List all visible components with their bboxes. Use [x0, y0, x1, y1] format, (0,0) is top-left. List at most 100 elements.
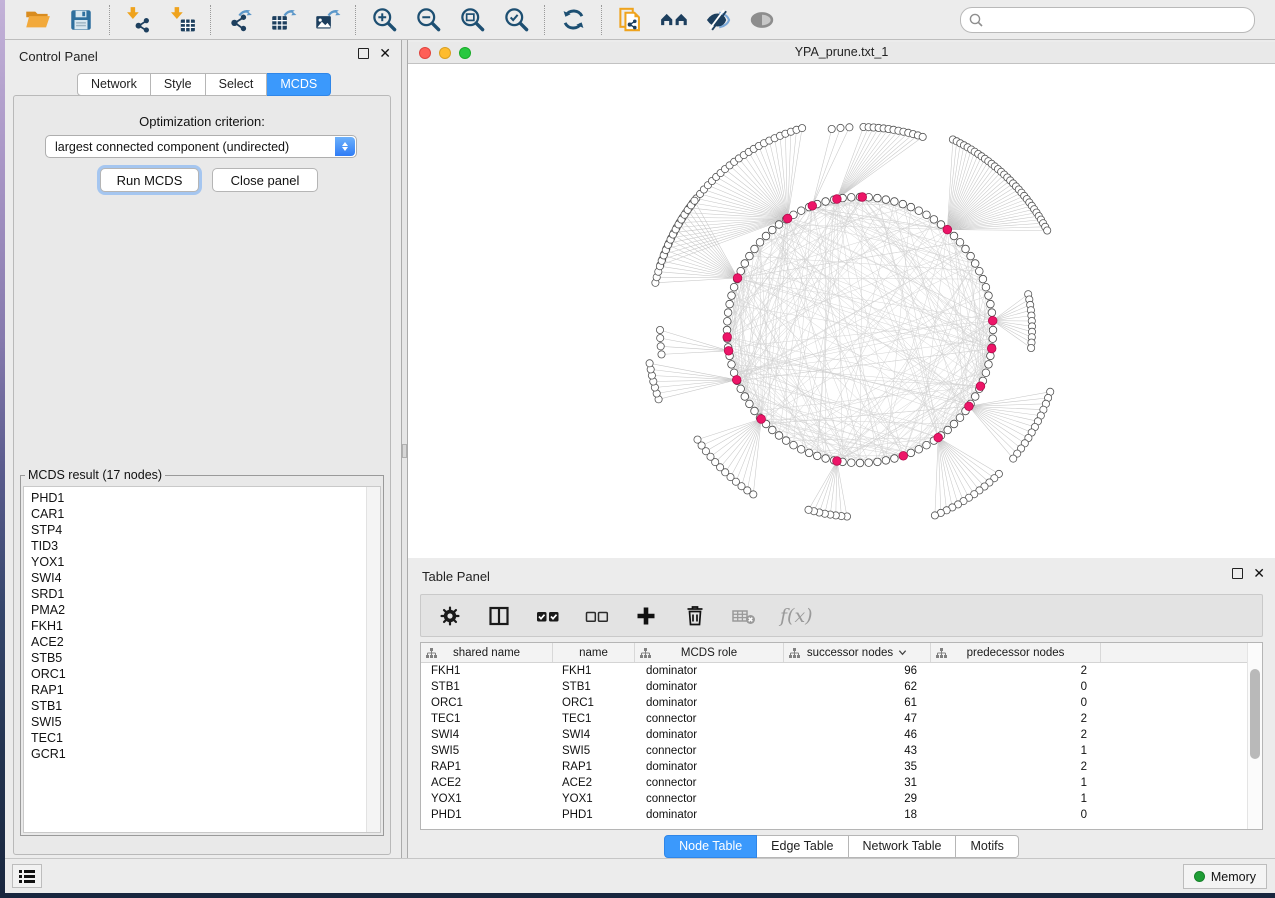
table-settings-icon[interactable]: [435, 601, 465, 631]
close-panel-icon[interactable]: ✕: [379, 48, 391, 59]
delete-column-icon[interactable]: [680, 601, 710, 631]
result-item[interactable]: CAR1: [24, 506, 365, 522]
zoom-selected-icon[interactable]: [501, 5, 531, 35]
result-item[interactable]: ORC1: [24, 666, 365, 682]
table-row[interactable]: TEC1TEC1connector472: [421, 711, 1247, 727]
network-view[interactable]: [408, 64, 1275, 558]
column-header[interactable]: MCDS role: [635, 643, 784, 662]
open-file-icon[interactable]: [22, 5, 52, 35]
tab-network[interactable]: Network: [77, 73, 151, 96]
table-row[interactable]: YOX1YOX1connector291: [421, 791, 1247, 807]
memory-status-icon: [1194, 871, 1205, 882]
result-item[interactable]: GCR1: [24, 746, 365, 762]
result-item[interactable]: SWI4: [24, 570, 365, 586]
table-row[interactable]: FKH1FKH1dominator962: [421, 663, 1247, 679]
copy-style-icon[interactable]: [615, 5, 645, 35]
column-header[interactable]: name: [553, 643, 635, 662]
table-row[interactable]: SWI4SWI4dominator462: [421, 727, 1247, 743]
table-row[interactable]: SWI5SWI5connector431: [421, 743, 1247, 759]
table-toolbar: f(x): [420, 594, 1263, 637]
float-panel-icon[interactable]: [358, 48, 369, 59]
export-network-icon[interactable]: [224, 5, 254, 35]
tab-select[interactable]: Select: [206, 73, 268, 96]
mcds-result-listbox: PHD1CAR1STP4TID3YOX1SWI4SRD1PMA2FKH1ACE2…: [23, 486, 381, 833]
result-item[interactable]: PHD1: [24, 490, 365, 506]
float-panel-icon[interactable]: [1232, 568, 1243, 579]
network-titlebar[interactable]: YPA_prune.txt_1: [408, 42, 1275, 64]
result-item[interactable]: STB1: [24, 698, 365, 714]
result-item[interactable]: SWI5: [24, 714, 365, 730]
close-panel-button[interactable]: Close panel: [212, 168, 318, 192]
search-icon: [968, 12, 984, 33]
toolbar-separator: [544, 5, 545, 35]
export-table-icon[interactable]: [268, 5, 298, 35]
table-row[interactable]: PHD1PHD1dominator180: [421, 807, 1247, 823]
result-item[interactable]: ACE2: [24, 634, 365, 650]
export-image-icon[interactable]: [312, 5, 342, 35]
save-session-icon[interactable]: [66, 5, 96, 35]
column-header[interactable]: shared name: [421, 643, 553, 662]
mcds-result-scrollbar[interactable]: [366, 487, 380, 832]
table-row[interactable]: RAP1RAP1dominator352: [421, 759, 1247, 775]
import-network-icon[interactable]: [123, 5, 153, 35]
add-column-icon[interactable]: [631, 601, 661, 631]
control-panel: Control Panel ✕ Network Style Select MCD…: [5, 40, 401, 858]
function-builder-icon[interactable]: f(x): [778, 601, 824, 631]
table-body: FKH1FKH1dominator962STB1STB1dominator620…: [421, 663, 1247, 823]
table-row[interactable]: ORC1ORC1dominator610: [421, 695, 1247, 711]
result-item[interactable]: RAP1: [24, 682, 365, 698]
optimization-criterion-select[interactable]: largest connected component (undirected): [45, 135, 357, 158]
unselect-all-columns-icon[interactable]: [582, 601, 612, 631]
control-panel-tabs: Network Style Select MCDS: [77, 73, 331, 96]
table-scrollbar[interactable]: [1247, 643, 1262, 829]
result-item[interactable]: SRD1: [24, 586, 365, 602]
import-table-icon[interactable]: [167, 5, 197, 35]
sort-chevron-icon: [898, 648, 907, 657]
table-scrollbar-thumb[interactable]: [1250, 669, 1260, 759]
refresh-icon[interactable]: [558, 5, 588, 35]
network-window: YPA_prune.txt_1: [408, 42, 1275, 558]
show-panels-list-button[interactable]: [12, 864, 42, 888]
mcds-result-list: PHD1CAR1STP4TID3YOX1SWI4SRD1PMA2FKH1ACE2…: [24, 490, 365, 832]
birds-eye-view-icon[interactable]: [747, 5, 777, 35]
tab-mcds[interactable]: MCDS: [267, 73, 331, 96]
table-header-row[interactable]: shared namenameMCDS rolesuccessor nodesp…: [421, 643, 1247, 663]
search-input[interactable]: [960, 7, 1255, 33]
optimization-criterion-value: largest connected component (undirected): [55, 140, 289, 154]
panel-splitter[interactable]: [401, 40, 408, 858]
tab-edge-table[interactable]: Edge Table: [757, 835, 848, 858]
mcds-result-group: MCDS result (17 nodes) PHD1CAR1STP4TID3Y…: [20, 468, 384, 836]
select-all-columns-icon[interactable]: [533, 601, 563, 631]
tab-network-table[interactable]: Network Table: [849, 835, 957, 858]
zoom-fit-icon[interactable]: [457, 5, 487, 35]
select-stepper-icon: [335, 137, 355, 156]
memory-button[interactable]: Memory: [1183, 864, 1267, 889]
splitter-grip[interactable]: [402, 444, 407, 458]
column-header[interactable]: predecessor nodes: [931, 643, 1101, 662]
toolbar-separator: [355, 5, 356, 35]
tab-style[interactable]: Style: [151, 73, 206, 96]
result-item[interactable]: STP4: [24, 522, 365, 538]
table-row[interactable]: ACE2ACE2connector311: [421, 775, 1247, 791]
result-item[interactable]: PMA2: [24, 602, 365, 618]
result-item[interactable]: YOX1: [24, 554, 365, 570]
tab-node-table[interactable]: Node Table: [664, 835, 757, 858]
run-mcds-button[interactable]: Run MCDS: [100, 168, 199, 192]
first-neighbors-icon[interactable]: [659, 5, 689, 35]
result-item[interactable]: FKH1: [24, 618, 365, 634]
show-columns-icon[interactable]: [484, 601, 514, 631]
hide-graphics-icon[interactable]: [703, 5, 733, 35]
result-item[interactable]: TID3: [24, 538, 365, 554]
delete-table-icon[interactable]: [729, 601, 759, 631]
tab-motifs[interactable]: Motifs: [956, 835, 1018, 858]
zoom-in-icon[interactable]: [369, 5, 399, 35]
optimization-criterion-label: Optimization criterion:: [14, 114, 390, 129]
result-item[interactable]: STB5: [24, 650, 365, 666]
memory-label: Memory: [1211, 870, 1256, 884]
result-item[interactable]: TEC1: [24, 730, 365, 746]
close-panel-icon[interactable]: ✕: [1253, 568, 1265, 579]
column-header[interactable]: successor nodes: [784, 643, 931, 662]
table-row[interactable]: STB1STB1dominator620: [421, 679, 1247, 695]
zoom-out-icon[interactable]: [413, 5, 443, 35]
table-panel: Table Panel ✕: [408, 560, 1275, 858]
